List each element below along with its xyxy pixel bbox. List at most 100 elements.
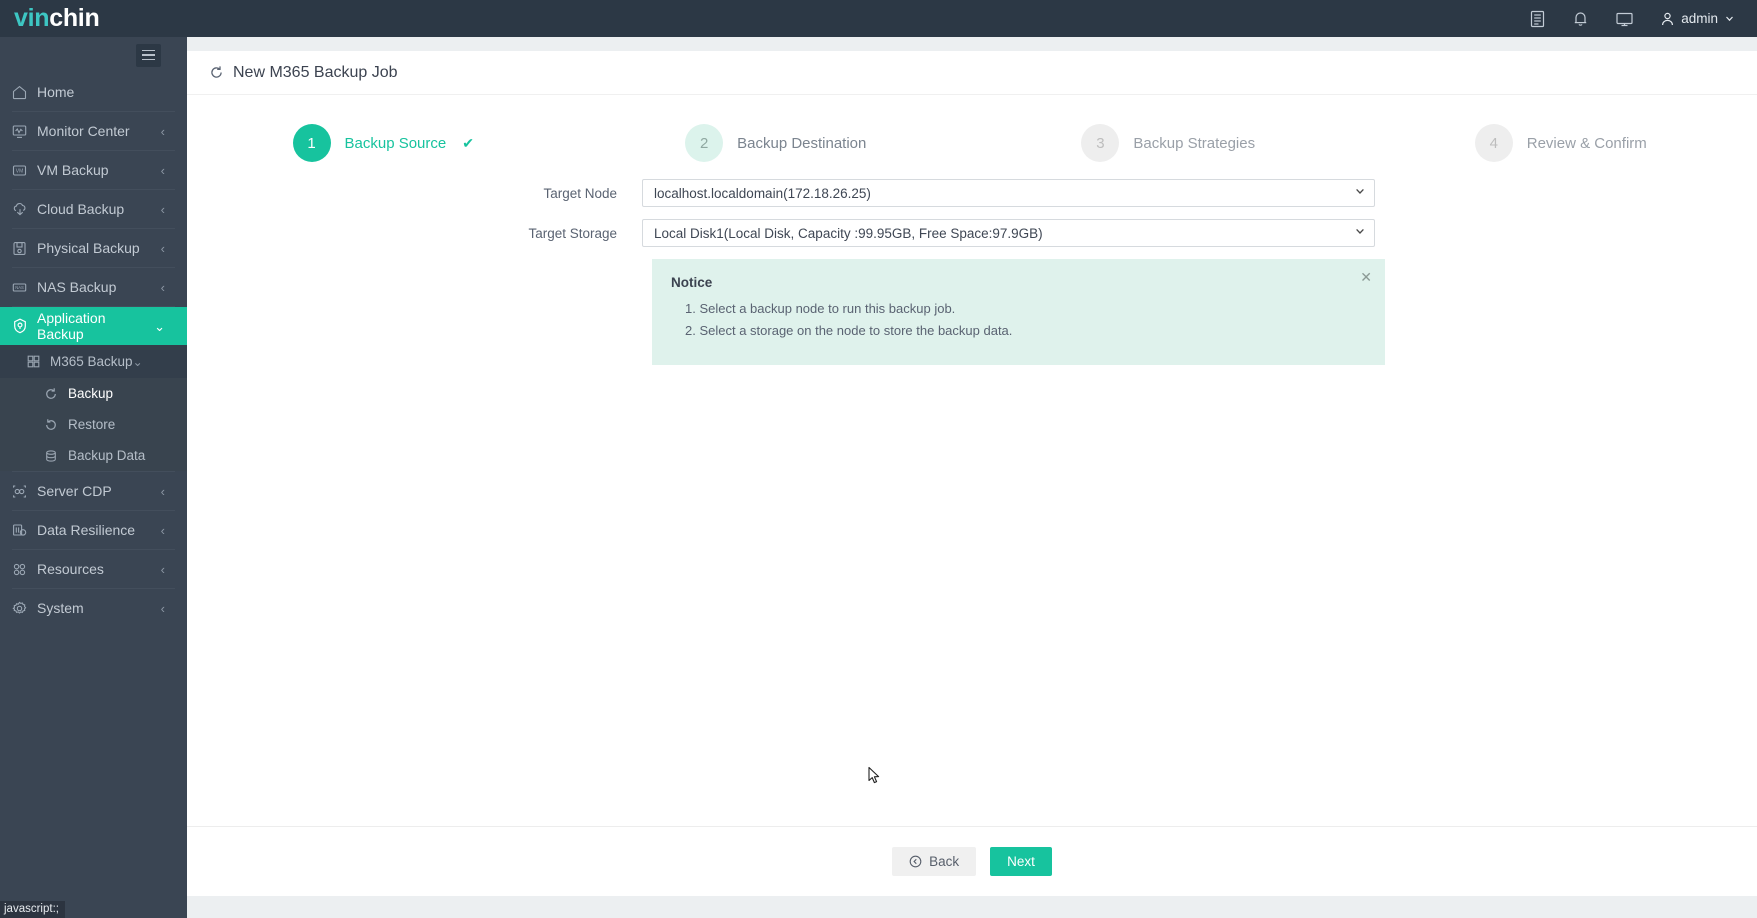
step-backup-source[interactable]: 1 Backup Source ✔ (187, 124, 580, 162)
target-storage-label: Target Storage (528, 225, 617, 241)
step-number: 2 (685, 124, 724, 162)
sidebar-subitem-label: Backup (68, 386, 114, 401)
cloud-icon (11, 201, 37, 218)
sidebar-subitem-label: Restore (68, 417, 116, 432)
sidebar-subitem-m365-backup[interactable]: M365 Backup ⌄ (0, 345, 187, 378)
notice-title: Notice (671, 275, 713, 290)
step-backup-destination[interactable]: 2 Backup Destination (580, 124, 973, 162)
close-icon[interactable]: ✕ (1360, 270, 1372, 284)
chevron-left-icon: ‹ (160, 123, 165, 139)
chevron-left-icon: ‹ (160, 483, 165, 499)
notice-panel: Notice 1. Select a backup node to run th… (652, 259, 1385, 365)
sidebar-item-vm-backup[interactable]: VM VM Backup ‹ (0, 151, 187, 189)
bell-icon[interactable] (1572, 10, 1589, 28)
wizard-stepper: 1 Backup Source ✔ 2 Backup Destination 3… (187, 95, 1757, 171)
step-backup-strategies[interactable]: 3 Backup Strategies (972, 124, 1365, 162)
step-label: Backup Source (344, 134, 447, 152)
chevron-left-icon: ‹ (160, 522, 165, 538)
sidebar-item-label: Application Backup (37, 310, 106, 342)
chevron-left-icon: ‹ (160, 201, 165, 217)
sidebar-subitem-backup[interactable]: Backup (0, 378, 187, 409)
chevron-down-icon: ⌄ (154, 318, 165, 334)
step-review-confirm[interactable]: 4 Review & Confirm (1365, 124, 1757, 162)
refresh-cw-icon (209, 65, 224, 80)
notice-line: 2. Select a storage on the node to store… (685, 323, 1013, 338)
target-node-select[interactable]: localhost.localdomain(172.18.26.25) (642, 179, 1375, 207)
sidebar-item-data-resilience[interactable]: Data Resilience ‹ (0, 511, 187, 549)
shield-icon (11, 317, 37, 335)
svg-text:NAS: NAS (15, 285, 24, 290)
target-node-row: Target Node localhost.localdomain(172.18… (187, 179, 1757, 207)
chevron-left-icon: ‹ (160, 279, 165, 295)
sidebar-item-label: VM Backup (37, 162, 109, 178)
sidebar-subitem-label: M365 Backup (50, 354, 133, 369)
arrow-left-circle-icon (909, 855, 922, 868)
resilience-icon (11, 522, 37, 539)
sidebar-item-physical-backup[interactable]: Physical Backup ‹ (0, 229, 187, 267)
vm-icon: VM (11, 162, 37, 179)
step-label: Review & Confirm (1526, 134, 1647, 152)
step-number: 4 (1474, 124, 1513, 162)
wizard-card: New M365 Backup Job 1 Backup Source ✔ 2 … (187, 51, 1757, 896)
wizard-footer: Back Next (187, 826, 1757, 896)
chevron-down-icon (1726, 16, 1733, 22)
sidebar-item-nas-backup[interactable]: NAS NAS Backup ‹ (0, 268, 187, 306)
user-menu[interactable]: admin (1660, 11, 1735, 27)
top-header-bar: vinchin admin (0, 0, 1757, 37)
document-icon[interactable] (1529, 10, 1546, 28)
target-node-select-wrap: localhost.localdomain(172.18.26.25) (642, 179, 1375, 207)
target-node-value: localhost.localdomain(172.18.26.25) (654, 185, 871, 201)
sidebar-item-system[interactable]: System ‹ (0, 589, 187, 627)
user-name-label: admin (1681, 11, 1718, 26)
sidebar-nav: Home Monitor Center ‹ VM VM Backup ‹ Clo… (0, 37, 187, 918)
sidebar-item-monitor-center[interactable]: Monitor Center ‹ (0, 112, 187, 150)
sidebar-item-label: Monitor Center (37, 123, 130, 139)
sidebar-item-resources[interactable]: Resources ‹ (0, 550, 187, 588)
sidebar-item-label: Home (37, 84, 75, 100)
sidebar-item-label: Physical Backup (37, 240, 140, 256)
app-logo[interactable]: vinchin (0, 6, 187, 31)
hamburger-menu-icon[interactable] (136, 43, 161, 67)
logo-text-secondary: chin (49, 4, 100, 32)
target-storage-select-wrap: Local Disk1(Local Disk, Capacity :99.95G… (642, 219, 1375, 247)
chevron-left-icon: ‹ (160, 600, 165, 616)
chevron-left-icon: ‹ (160, 561, 165, 577)
restore-ccw-icon (44, 418, 68, 432)
sidebar-item-home[interactable]: Home (0, 73, 187, 111)
step-label: Backup Strategies (1133, 134, 1256, 152)
back-button[interactable]: Back (892, 847, 977, 876)
sidebar-subitem-restore[interactable]: Restore (0, 409, 187, 440)
target-storage-select[interactable]: Local Disk1(Local Disk, Capacity :99.95G… (642, 219, 1375, 247)
monitor-icon[interactable] (1615, 10, 1634, 28)
step-number: 1 (292, 124, 331, 162)
grid-icon (26, 354, 50, 369)
step-number: 3 (1081, 124, 1120, 162)
disk-icon (11, 240, 37, 257)
browser-status-tooltip: javascript:; (0, 901, 65, 918)
sidebar-item-label: Resources (37, 561, 104, 577)
resources-icon (11, 561, 37, 578)
refresh-cw-icon (44, 387, 68, 401)
next-button[interactable]: Next (990, 847, 1052, 876)
svg-text:VM: VM (16, 168, 24, 174)
sidebar-item-cloud-backup[interactable]: Cloud Backup ‹ (0, 190, 187, 228)
sidebar-item-label: Cloud Backup (37, 201, 125, 217)
sidebar-item-application-backup[interactable]: Application Backup ⌄ (0, 307, 187, 345)
home-icon (11, 84, 37, 101)
header-icon-group: admin (1529, 10, 1757, 28)
step-label: Backup Destination (737, 134, 867, 152)
page-title-text: New M365 Backup Job (233, 63, 398, 81)
sidebar-subitem-backup-data[interactable]: Backup Data (0, 440, 187, 471)
back-button-label: Back (929, 854, 960, 869)
nas-icon: NAS (11, 279, 37, 296)
chevron-left-icon: ‹ (160, 240, 165, 256)
gear-icon (11, 600, 37, 617)
main-content-area: New M365 Backup Job 1 Backup Source ✔ 2 … (187, 37, 1757, 918)
sidebar-toggle-row (0, 37, 187, 73)
chevron-down-icon: ⌄ (132, 354, 143, 369)
page-title: New M365 Backup Job (187, 51, 1757, 95)
sidebar-item-server-cdp[interactable]: Server CDP ‹ (0, 472, 187, 510)
next-button-label: Next (1007, 854, 1035, 869)
sidebar-item-label: Data Resilience (37, 522, 136, 538)
database-icon (44, 449, 68, 463)
